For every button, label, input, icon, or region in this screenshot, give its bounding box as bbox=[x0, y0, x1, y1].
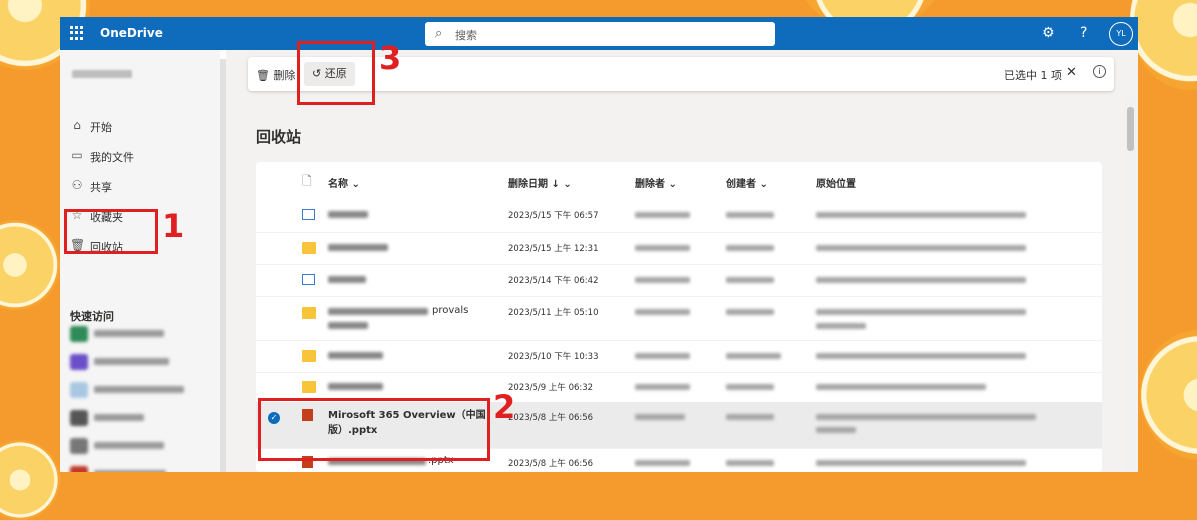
image-file-icon bbox=[302, 274, 315, 285]
folder-icon: ▭ bbox=[71, 148, 83, 162]
app-name[interactable]: OneDrive bbox=[100, 26, 163, 40]
quick-access-item[interactable] bbox=[70, 324, 200, 344]
deleted-date: 2023/5/15 下午 06:57 bbox=[508, 211, 599, 221]
sidebar: ⌂ 开始 ▭ 我的文件 ⚇ 共享 ☆ 收藏夹 🗑 回收站 快速访问 bbox=[60, 50, 220, 472]
sidebar-item-my-files[interactable]: ▭ 我的文件 bbox=[70, 144, 210, 168]
annotation-label-3: 3 bbox=[379, 39, 402, 77]
deleted-date: 2023/5/11 上午 05:10 bbox=[508, 308, 599, 318]
deleted-date: 2023/5/8 上午 06:56 bbox=[508, 413, 594, 423]
sidebar-item-label: 开始 bbox=[90, 121, 112, 134]
quick-access-item[interactable] bbox=[70, 436, 200, 456]
folder-icon bbox=[302, 242, 316, 254]
scrollbar-thumb[interactable] bbox=[1127, 107, 1134, 151]
home-icon: ⌂ bbox=[73, 118, 81, 132]
folder-icon bbox=[302, 381, 316, 393]
annotation-box-1 bbox=[64, 209, 158, 254]
image-file-icon bbox=[302, 209, 315, 220]
table-row[interactable]: 2023/5/10 下午 10:33 bbox=[256, 340, 1102, 373]
sidebar-item-home[interactable]: ⌂ 开始 bbox=[70, 114, 210, 138]
table-row[interactable]: 2023/5/15 下午 06:57 bbox=[256, 198, 1102, 233]
table-row[interactable]: 2023/5/15 上午 12:31 bbox=[256, 232, 1102, 265]
search-placeholder: 搜索 bbox=[455, 29, 477, 42]
deleted-date: 2023/5/9 上午 06:32 bbox=[508, 383, 594, 393]
delete-button[interactable]: 🗑 删除 bbox=[256, 67, 295, 83]
info-icon[interactable]: i bbox=[1093, 65, 1106, 78]
delete-label: 删除 bbox=[273, 69, 296, 82]
sidebar-item-label: 共享 bbox=[90, 181, 112, 194]
table-row[interactable]: 2023/5/14 下午 06:42 bbox=[256, 264, 1102, 297]
sidebar-item-label: 我的文件 bbox=[90, 151, 134, 164]
quick-access-item[interactable] bbox=[70, 464, 200, 472]
main-scrollbar[interactable] bbox=[1124, 95, 1136, 471]
annotation-label-1: 1 bbox=[162, 207, 185, 245]
annotation-label-2: 2 bbox=[493, 388, 516, 426]
close-icon[interactable]: ✕ bbox=[1066, 65, 1077, 80]
page-title: 回收站 bbox=[256, 128, 302, 146]
annotation-box-3 bbox=[297, 41, 375, 105]
selection-count: 已选中 1 项 bbox=[1004, 69, 1062, 82]
annotation-box-2 bbox=[258, 398, 490, 461]
top-bar: OneDrive ⌕ 搜索 ⚙ ? YL bbox=[60, 17, 1138, 50]
deleted-date: 2023/5/8 上午 06:56 bbox=[508, 459, 594, 469]
deleted-date: 2023/5/15 上午 12:31 bbox=[508, 244, 599, 254]
trash-icon: 🗑 bbox=[256, 69, 270, 82]
column-header-name[interactable]: 名称 ⌄ bbox=[328, 175, 360, 190]
file-name-fragment: provals bbox=[432, 305, 469, 316]
app-launcher-icon[interactable] bbox=[70, 26, 84, 40]
gear-icon[interactable]: ⚙ bbox=[1042, 25, 1055, 41]
search-box[interactable]: ⌕ 搜索 bbox=[425, 22, 775, 46]
people-icon: ⚇ bbox=[71, 178, 83, 192]
column-header-created-by[interactable]: 创建者 ⌄ bbox=[726, 175, 768, 190]
column-header-deleted-by[interactable]: 删除者 ⌄ bbox=[635, 175, 677, 190]
command-bar: 🗑 删除 ↺ 还原 已选中 1 项 ✕ i bbox=[248, 57, 1114, 91]
onedrive-window: OneDrive ⌕ 搜索 ⚙ ? YL ⌂ 开始 ▭ 我的文件 ⚇ 共享 ☆ … bbox=[60, 17, 1138, 472]
avatar[interactable]: YL bbox=[1109, 22, 1133, 46]
quick-access-item[interactable] bbox=[70, 380, 200, 400]
search-icon: ⌕ bbox=[435, 26, 443, 41]
help-icon[interactable]: ? bbox=[1080, 25, 1087, 41]
folder-icon bbox=[302, 350, 316, 362]
quick-access-title: 快速访问 bbox=[70, 310, 114, 323]
deleted-date: 2023/5/10 下午 10:33 bbox=[508, 352, 599, 362]
quick-access-item[interactable] bbox=[70, 352, 200, 372]
user-name-blurred bbox=[72, 70, 132, 78]
file-type-header-icon: 🗋 bbox=[302, 174, 312, 188]
sidebar-item-shared[interactable]: ⚇ 共享 bbox=[70, 174, 210, 198]
column-header-original-location[interactable]: 原始位置 bbox=[816, 175, 856, 190]
column-header-deleted-date[interactable]: 删除日期 ↓ ⌄ bbox=[508, 175, 572, 190]
deleted-date: 2023/5/14 下午 06:42 bbox=[508, 276, 599, 286]
folder-icon bbox=[302, 307, 316, 319]
table-row[interactable]: provals 2023/5/11 上午 05:10 bbox=[256, 296, 1102, 341]
quick-access-item[interactable] bbox=[70, 408, 200, 428]
